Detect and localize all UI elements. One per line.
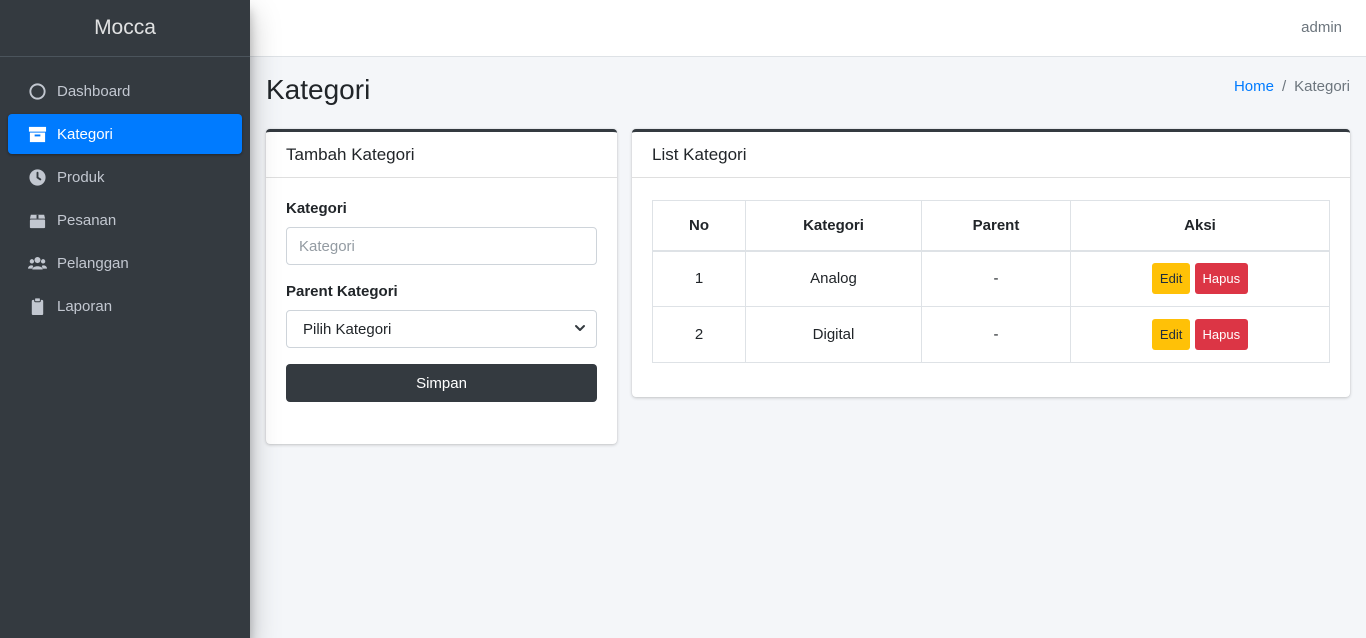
users-icon	[27, 253, 47, 273]
sidebar-item-pesanan[interactable]: Pesanan	[8, 200, 242, 240]
sidebar-item-label: Kategori	[57, 125, 113, 143]
edit-button[interactable]: Edit	[1151, 319, 1191, 350]
select-value: Pilih Kategori	[303, 320, 392, 338]
archive-icon	[27, 124, 47, 144]
chevron-down-icon	[574, 321, 586, 338]
category-table: No Kategori Parent Aksi 1 Analog - Edit …	[652, 200, 1330, 363]
table-row: 2 Digital - Edit Hapus	[652, 306, 1330, 363]
sidebar-item-label: Produk	[57, 168, 105, 186]
cell-aksi: Edit Hapus	[1070, 306, 1330, 363]
cell-kategori: Analog	[745, 250, 922, 307]
table-header-row: No Kategori Parent Aksi	[652, 200, 1330, 252]
sidebar: Mocca Dashboard Kategori Produk Pesanan	[0, 0, 250, 638]
top-navbar: admin	[250, 0, 1366, 57]
add-category-card: Tambah Kategori Kategori Parent Kategori…	[266, 129, 617, 444]
cell-kategori: Digital	[745, 306, 922, 363]
category-list-card: List Kategori No Kategori Parent Aksi 1 …	[632, 129, 1350, 397]
clipboard-icon	[27, 296, 47, 316]
cell-no: 2	[652, 306, 746, 363]
delete-button[interactable]: Hapus	[1194, 263, 1249, 295]
column-header-kategori: Kategori	[745, 200, 922, 252]
cell-parent: -	[921, 306, 1071, 363]
edit-button[interactable]: Edit	[1151, 263, 1191, 295]
box-icon	[27, 210, 47, 230]
column-header-no: No	[652, 200, 746, 252]
sidebar-item-dashboard[interactable]: Dashboard	[8, 71, 242, 111]
sidebar-item-label: Pelanggan	[57, 254, 129, 272]
sidebar-item-kategori[interactable]: Kategori	[8, 114, 242, 154]
breadcrumb-home-link[interactable]: Home	[1234, 78, 1274, 95]
parent-kategori-label: Parent Kategori	[286, 283, 398, 300]
sidebar-item-label: Pesanan	[57, 211, 117, 229]
user-menu[interactable]: admin	[1301, 19, 1342, 36]
delete-button[interactable]: Hapus	[1194, 319, 1249, 350]
kategori-label: Kategori	[286, 200, 347, 217]
sidebar-nav: Dashboard Kategori Produk Pesanan Pelang…	[0, 63, 250, 326]
breadcrumb-separator: /	[1281, 78, 1287, 95]
sidebar-item-label: Dashboard	[57, 82, 131, 100]
sidebar-item-laporan[interactable]: Laporan	[8, 286, 242, 326]
sidebar-item-label: Laporan	[57, 297, 113, 315]
card-title: List Kategori	[632, 132, 1350, 178]
parent-kategori-select[interactable]: Pilih Kategori	[286, 310, 597, 348]
save-button[interactable]: Simpan	[286, 364, 597, 402]
breadcrumb: Home / Kategori	[1234, 78, 1350, 95]
column-header-parent: Parent	[921, 200, 1071, 252]
column-header-aksi: Aksi	[1070, 200, 1330, 252]
sidebar-item-pelanggan[interactable]: Pelanggan	[8, 243, 242, 283]
cell-aksi: Edit Hapus	[1070, 250, 1330, 307]
breadcrumb-current: Kategori	[1294, 78, 1350, 95]
page-title: Kategori	[266, 74, 371, 105]
table-row: 1 Analog - Edit Hapus	[652, 250, 1330, 307]
brand[interactable]: Mocca	[0, 0, 250, 57]
kategori-input[interactable]	[286, 227, 597, 265]
content-wrapper: Kategori Home / Kategori Tambah Kategori…	[250, 57, 1366, 638]
clock-icon	[27, 167, 47, 187]
sidebar-item-produk[interactable]: Produk	[8, 157, 242, 197]
cell-no: 1	[652, 250, 746, 307]
card-title: Tambah Kategori	[266, 132, 617, 178]
cell-parent: -	[921, 250, 1071, 307]
circle-icon	[27, 81, 47, 101]
brand-name: Mocca	[94, 16, 156, 39]
